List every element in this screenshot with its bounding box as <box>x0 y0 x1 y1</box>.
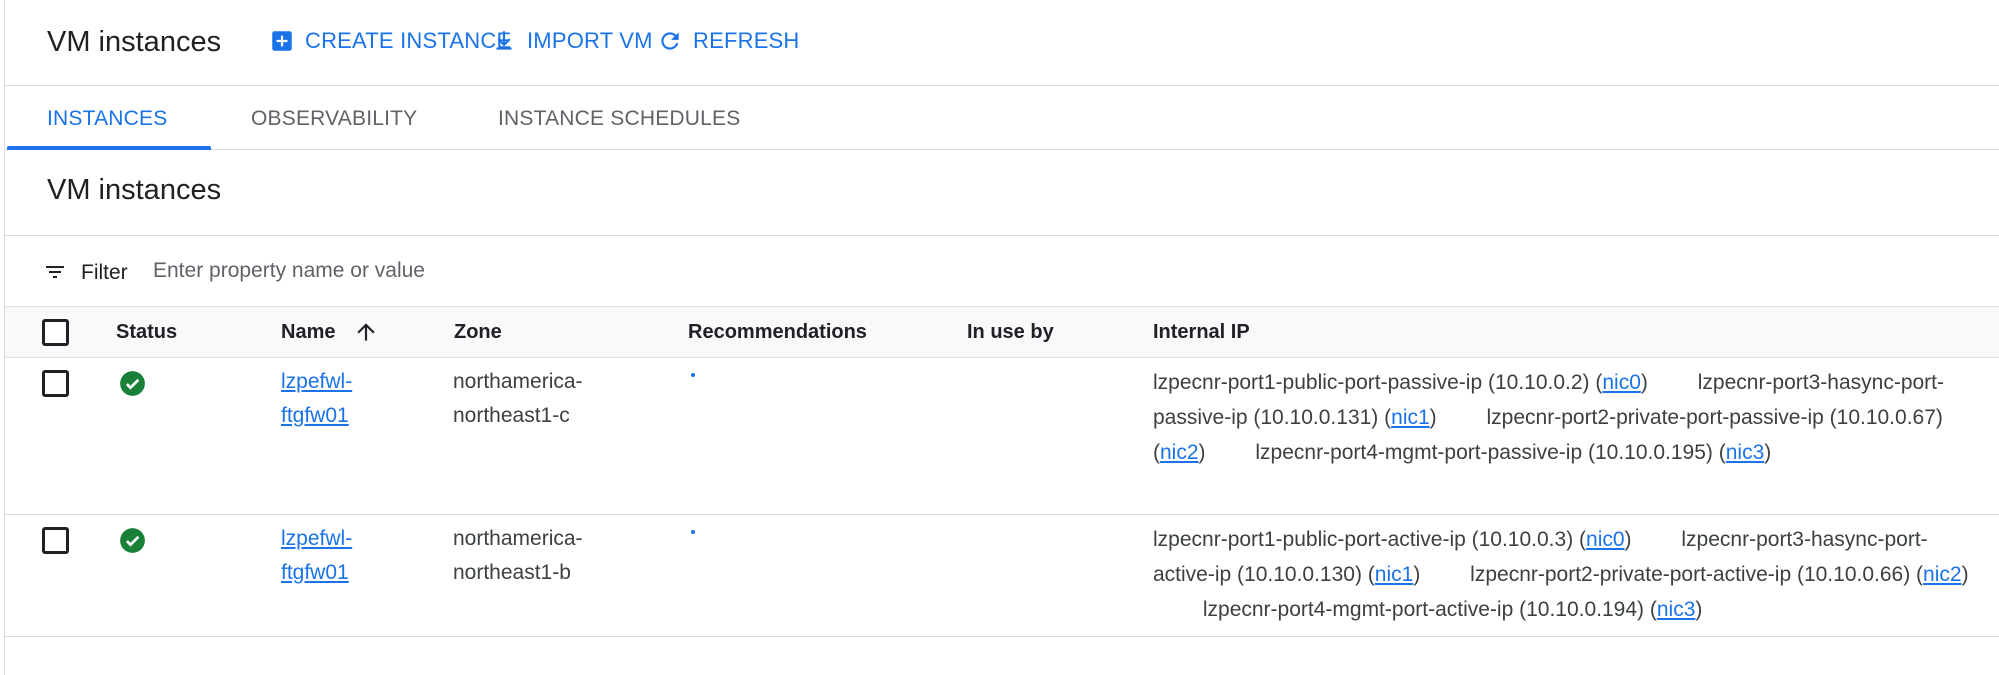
zone-line1: northamerica- <box>453 527 583 550</box>
instance-name-line2: ftgfw01 <box>281 561 349 584</box>
filter-label[interactable]: Filter <box>81 261 128 285</box>
nic-link[interactable]: nic3 <box>1657 598 1696 621</box>
zone-line2: northeast1-c <box>453 404 570 427</box>
tab-instances[interactable]: INSTANCES <box>47 107 167 131</box>
ip-text: lzpecnr-port2-private-port-active-ip (10… <box>1470 563 1911 586</box>
download-icon <box>496 31 512 50</box>
instance-name-link[interactable]: lzpefwl- ftgfw01 <box>281 522 381 590</box>
zone-cell: northamerica- northeast1-c <box>453 365 643 433</box>
page-title: VM instances <box>47 26 222 58</box>
filter-bar: Filter <box>5 236 1999 306</box>
column-header-internal-ip[interactable]: Internal IP <box>1153 321 1250 344</box>
active-tab-indicator <box>7 146 211 150</box>
nic-link[interactable]: nic2 <box>1923 563 1962 586</box>
ip-entry: lzpecnr-port1-public-port-passive-ip (10… <box>1153 371 1648 394</box>
arrow-upward-icon[interactable] <box>353 319 379 345</box>
row-checkbox[interactable] <box>42 527 69 554</box>
refresh-icon <box>661 32 679 50</box>
column-header-in-use-by[interactable]: In use by <box>967 321 1054 344</box>
column-header-zone[interactable]: Zone <box>454 321 502 344</box>
create-instance-label: CREATE INSTANCE <box>305 28 512 53</box>
zone-cell: northamerica- northeast1-b <box>453 522 643 590</box>
table-row[interactable]: lzpefwl- ftgfw01 northamerica- northeast… <box>5 515 1999 637</box>
table-row[interactable]: lzpefwl- ftgfw01 northamerica- northeast… <box>5 358 1999 515</box>
recommendation-indicator <box>691 373 695 377</box>
ip-entry: lzpecnr-port4-mgmt-port-passive-ip (10.1… <box>1255 441 1772 464</box>
column-header-recommendations[interactable]: Recommendations <box>688 321 867 344</box>
internal-ip-cell: lzpecnr-port1-public-port-active-ip (10.… <box>1153 522 1973 627</box>
check-circle-icon <box>120 528 145 553</box>
instance-name-line2: ftgfw01 <box>281 404 349 427</box>
ip-text: lzpecnr-port4-mgmt-port-passive-ip (10.1… <box>1255 441 1713 464</box>
refresh-label: REFRESH <box>693 28 800 53</box>
nic-link[interactable]: nic2 <box>1160 441 1199 464</box>
import-vm-label: IMPORT VM <box>527 28 653 53</box>
ip-text: lzpecnr-port1-public-port-passive-ip (10… <box>1153 371 1590 394</box>
refresh-button[interactable]: REFRESH <box>657 28 800 54</box>
ip-text: lzpecnr-port2-private-port-passive-ip (1… <box>1486 406 1943 429</box>
page-header: VM instances CREATE INSTANCE IMPORT VM R… <box>5 0 1999 86</box>
filter-list-icon[interactable] <box>41 260 69 284</box>
filter-input[interactable] <box>153 254 853 288</box>
instance-name-link[interactable]: lzpefwl- ftgfw01 <box>281 365 381 433</box>
nic-link[interactable]: nic1 <box>1391 406 1430 429</box>
vm-instances-panel: VM instances CREATE INSTANCE IMPORT VM R… <box>4 0 1999 675</box>
select-all-checkbox[interactable] <box>42 319 69 346</box>
section-title: VM instances <box>47 174 222 206</box>
tab-bar: INSTANCES OBSERVABILITY INSTANCE SCHEDUL… <box>5 86 1999 150</box>
nic-link[interactable]: nic3 <box>1726 441 1765 464</box>
instance-name-line1: lzpefwl- <box>281 370 353 393</box>
tab-instance-schedules[interactable]: INSTANCE SCHEDULES <box>498 107 740 131</box>
ip-text: lzpecnr-port4-mgmt-port-active-ip (10.10… <box>1202 598 1645 621</box>
nic-link[interactable]: nic0 <box>1586 528 1625 551</box>
zone-line2: northeast1-b <box>453 561 571 584</box>
column-header-name[interactable]: Name <box>281 321 335 344</box>
tab-observability[interactable]: OBSERVABILITY <box>251 107 417 131</box>
add-box-icon <box>272 31 292 51</box>
ip-entry: lzpecnr-port1-public-port-active-ip (10.… <box>1153 528 1632 551</box>
table-header: Status Name Zone Recommendations In use … <box>5 306 1999 358</box>
zone-line1: northamerica- <box>453 370 583 393</box>
check-circle-icon <box>120 371 145 396</box>
ip-entry: lzpecnr-port4-mgmt-port-active-ip (10.10… <box>1202 598 1703 621</box>
create-instance-button[interactable]: CREATE INSTANCE <box>269 28 511 54</box>
internal-ip-cell: lzpecnr-port1-public-port-passive-ip (10… <box>1153 365 1973 470</box>
row-checkbox[interactable] <box>42 370 69 397</box>
instance-name-line1: lzpefwl- <box>281 527 353 550</box>
nic-link[interactable]: nic1 <box>1375 563 1414 586</box>
ip-entry: lzpecnr-port2-private-port-active-ip (10… <box>1470 563 1969 586</box>
nic-link[interactable]: nic0 <box>1602 371 1641 394</box>
column-header-status[interactable]: Status <box>116 321 177 344</box>
recommendation-indicator <box>691 530 695 534</box>
ip-text: lzpecnr-port1-public-port-active-ip (10.… <box>1153 528 1574 551</box>
import-vm-button[interactable]: IMPORT VM <box>491 28 653 54</box>
